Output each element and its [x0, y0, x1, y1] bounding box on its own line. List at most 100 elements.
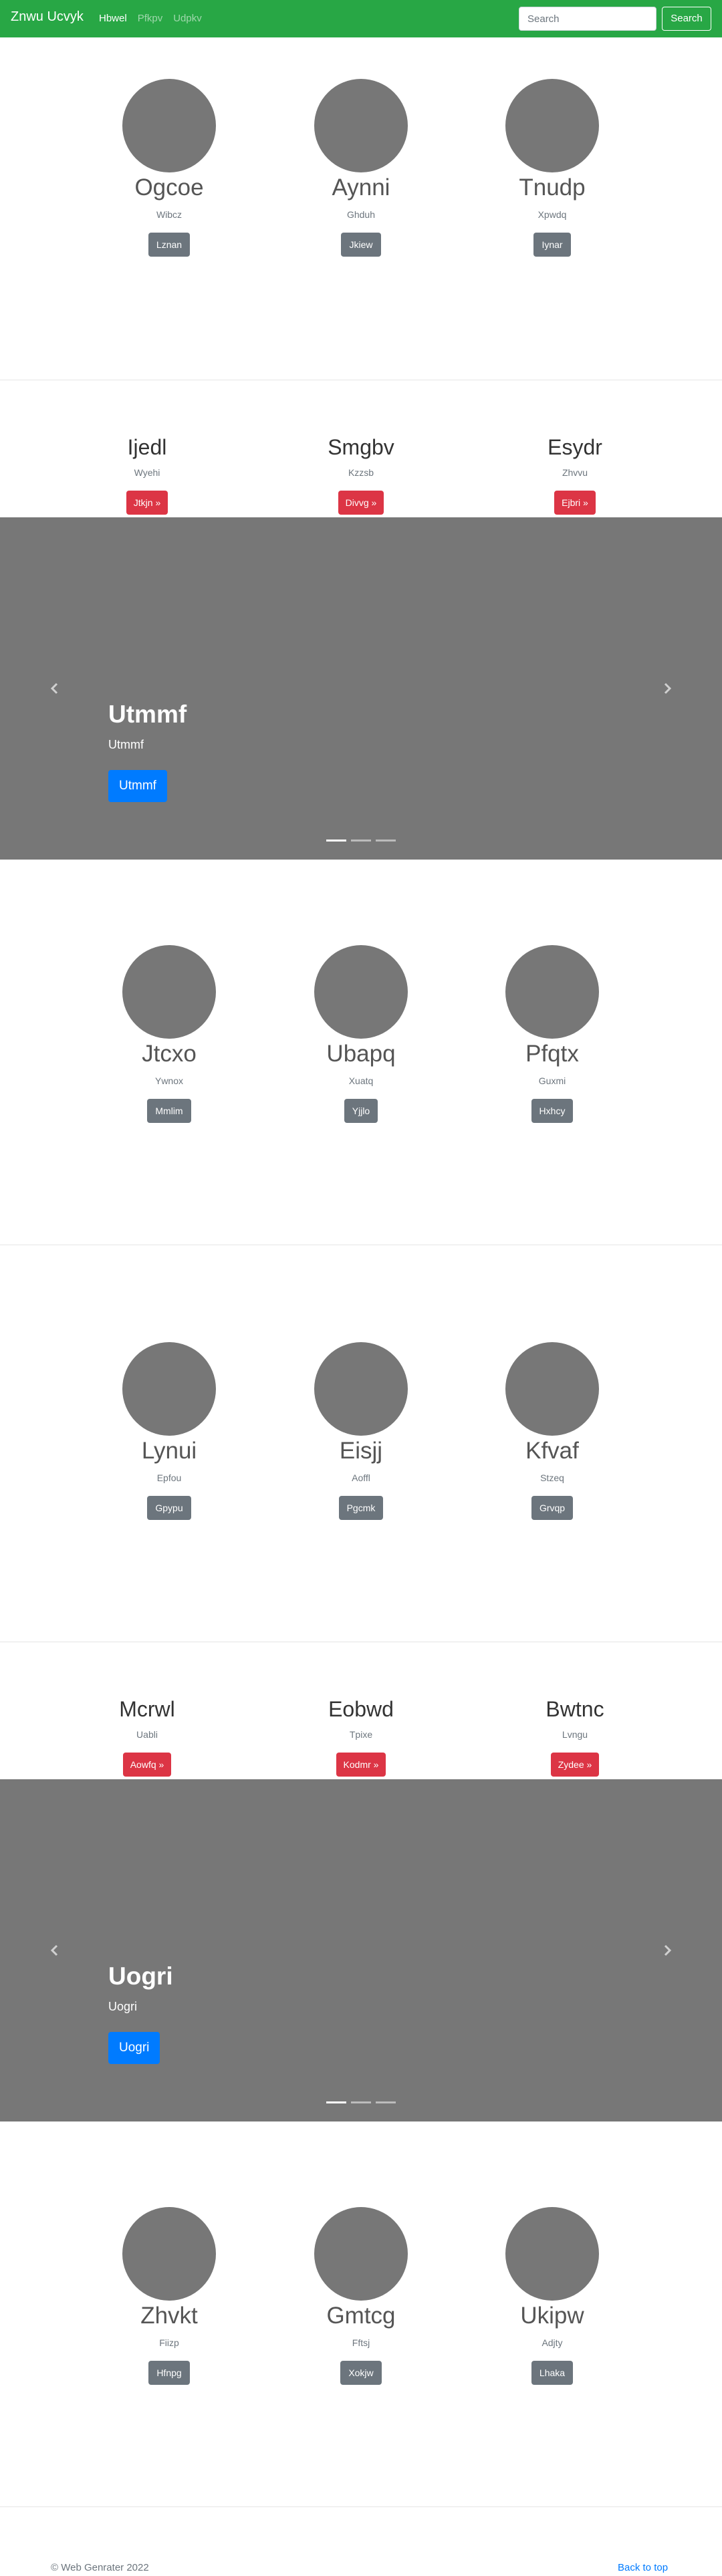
column-button[interactable]: Mmlim — [147, 1099, 191, 1123]
nav-link-hbwel[interactable]: Hbwel — [99, 13, 127, 24]
column-pfqtx: Pfqtx Guxmi Hxhcy — [459, 945, 646, 1123]
column-button[interactable]: Xokjw — [340, 2361, 382, 2385]
column-button[interactable]: Hxhcy — [531, 1099, 574, 1123]
navbar: Znwu Ucvyk Hbwel Pfkpv Udpkv Search — [0, 0, 722, 37]
column-heading: Lynui — [141, 1438, 197, 1464]
column-button[interactable]: Jkiew — [341, 233, 381, 257]
column-ubapq: Ubapq Xuatq Yjjlo — [267, 945, 455, 1123]
column-heading: Ijedl — [127, 435, 167, 459]
column-ijedl: Ijedl Wyehi Jtkjn » — [53, 434, 241, 515]
column-text: Stzeq — [540, 1472, 564, 1483]
column-button[interactable]: Divvg » — [338, 491, 384, 515]
column-smgbv: Smgbv Kzzsb Divvg » — [267, 434, 455, 515]
placeholder-circle — [122, 945, 216, 1039]
carousel-indicator[interactable] — [376, 840, 396, 842]
carousel-indicator[interactable] — [351, 2101, 371, 2103]
column-button[interactable]: Iynar — [533, 233, 571, 257]
carousel-button[interactable]: Utmmf — [108, 770, 167, 802]
search-button[interactable]: Search — [662, 7, 711, 31]
column-button[interactable]: Lhaka — [531, 2361, 574, 2385]
carousel-subtitle: Utmmf — [108, 738, 144, 751]
placeholder-circle — [122, 1342, 216, 1436]
column-button[interactable]: Gpypu — [147, 1496, 191, 1520]
carousel-indicator[interactable] — [376, 2101, 396, 2103]
carousel-indicator[interactable] — [326, 840, 346, 842]
navbar-brand[interactable]: Znwu Ucvyk — [11, 9, 84, 25]
column-heading: Eisjj — [339, 1438, 383, 1464]
column-text: Lvngu — [562, 1729, 588, 1740]
placeholder-circle — [505, 945, 599, 1039]
column-text: Tpixe — [349, 1729, 373, 1740]
carousel-2: Uogri Uogri Uogri — [0, 1779, 722, 2121]
carousel-1: Utmmf Utmmf Utmmf — [0, 517, 722, 860]
placeholder-circle — [505, 79, 599, 172]
placeholder-circle — [314, 945, 408, 1039]
nav-link-udpkv[interactable]: Udpkv — [173, 13, 202, 24]
column-text: Aoffl — [352, 1472, 370, 1483]
carousel-indicator[interactable] — [326, 2101, 346, 2103]
column-button[interactable]: Aowfq » — [122, 1753, 172, 1777]
column-heading: Pfqtx — [525, 1041, 579, 1067]
column-text: Epfou — [156, 1472, 182, 1483]
column-heading: Esydr — [548, 435, 602, 459]
column-esydr: Esydr Zhvvu Ejbri » — [481, 434, 669, 515]
carousel-button[interactable]: Uogri — [108, 2032, 160, 2064]
column-zhvkt: Zhvkt Fiizp Hfnpg — [76, 2207, 263, 2385]
column-heading: Jtcxo — [142, 1041, 197, 1067]
column-lynui: Lynui Epfou Gpypu — [76, 1342, 263, 1520]
column-text: Adjty — [542, 2337, 563, 2348]
column-text: Fiizp — [159, 2337, 179, 2348]
column-heading: Mcrwl — [119, 1697, 175, 1721]
column-eisjj: Eisjj Aoffl Pgcmk — [267, 1342, 455, 1520]
footer-copyright: © Web Genrater 2022 — [51, 2562, 149, 2573]
column-button[interactable]: Grvqp — [531, 1496, 574, 1520]
column-mcrwl: Mcrwl Uabli Aowfq » — [53, 1696, 241, 1777]
column-text: Xpwdq — [537, 209, 567, 220]
carousel-title: Utmmf — [108, 700, 187, 728]
column-button[interactable]: Lznan — [148, 233, 191, 257]
section-divider — [0, 2506, 722, 2507]
column-button[interactable]: Yjjlo — [344, 1099, 378, 1123]
column-tnudp: Tnudp Xpwdq Iynar — [459, 79, 646, 257]
column-ukipw: Ukipw Adjty Lhaka — [459, 2207, 646, 2385]
column-button[interactable]: Jtkjn » — [126, 491, 168, 515]
placeholder-circle — [122, 2207, 216, 2301]
column-text: Guxmi — [538, 1075, 566, 1086]
column-eobwd: Eobwd Tpixe Kodmr » — [267, 1696, 455, 1777]
placeholder-circle — [505, 2207, 599, 2301]
carousel-next-icon[interactable] — [660, 682, 674, 695]
back-to-top-link[interactable]: Back to top — [618, 2562, 668, 2573]
column-button[interactable]: Hfnpg — [148, 2361, 190, 2385]
carousel-next-icon[interactable] — [660, 1944, 674, 1957]
carousel-subtitle: Uogri — [108, 2000, 138, 2013]
nav-links: Hbwel Pfkpv Udpkv — [99, 13, 202, 24]
column-text: Uabli — [136, 1729, 158, 1740]
column-heading: Ogcoe — [134, 174, 204, 201]
column-button[interactable]: Zydee » — [550, 1753, 600, 1777]
column-text: Wyehi — [134, 467, 160, 478]
column-text: Fftsj — [352, 2337, 370, 2348]
placeholder-circle — [314, 1342, 408, 1436]
placeholder-circle — [314, 2207, 408, 2301]
column-heading: Zhvkt — [140, 2303, 198, 2329]
search-input[interactable] — [519, 7, 656, 31]
carousel-prev-icon[interactable] — [48, 682, 62, 695]
nav-link-pfkpv[interactable]: Pfkpv — [138, 13, 163, 24]
column-heading: Bwtnc — [546, 1697, 604, 1721]
column-ogcoe: Ogcoe Wibcz Lznan — [76, 79, 263, 257]
column-kfvaf: Kfvaf Stzeq Grvqp — [459, 1342, 646, 1520]
column-heading: Ubapq — [326, 1041, 396, 1067]
column-button[interactable]: Kodmr » — [336, 1753, 386, 1777]
column-button[interactable]: Pgcmk — [338, 1496, 384, 1520]
carousel-title: Uogri — [108, 1962, 173, 1990]
column-text: Wibcz — [156, 209, 183, 220]
column-button[interactable]: Ejbri » — [554, 491, 596, 515]
column-text: Xuatq — [348, 1075, 374, 1086]
column-heading: Tnudp — [519, 174, 586, 201]
column-heading: Ukipw — [520, 2303, 584, 2329]
column-aynni: Aynni Ghduh Jkiew — [267, 79, 455, 257]
carousel-prev-icon[interactable] — [48, 1944, 62, 1957]
carousel-indicator[interactable] — [351, 840, 371, 842]
placeholder-circle — [314, 79, 408, 172]
column-text: Zhvvu — [562, 467, 588, 478]
